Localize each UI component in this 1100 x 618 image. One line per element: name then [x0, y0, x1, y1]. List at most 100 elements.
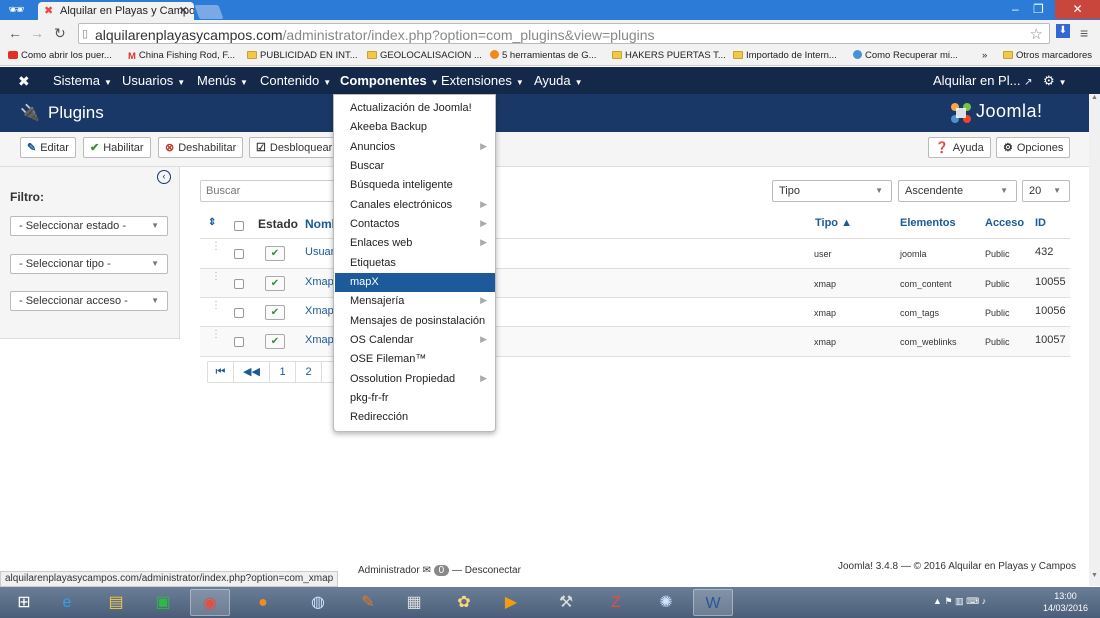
app-icon[interactable]: ✎ [348, 589, 388, 616]
col-access[interactable]: Acceso [985, 217, 1024, 229]
menu-usuarios[interactable]: Usuarios ▼ [122, 73, 185, 88]
options-button[interactable]: ⚙ Opciones [996, 137, 1071, 158]
new-tab-button[interactable] [194, 5, 224, 19]
settings-icon[interactable]: ✺ [646, 589, 686, 616]
keyboard-icon[interactable]: ⌨ [966, 596, 979, 606]
order-select[interactable]: Ascendente ▼ [898, 180, 1017, 202]
col-element[interactable]: Elementos [900, 217, 956, 229]
firefox-icon[interactable]: ● [243, 589, 283, 616]
select-access[interactable]: - Seleccionar acceso - ▼ [10, 291, 168, 311]
clock[interactable]: 13:00 14/03/2016 [1038, 590, 1093, 614]
page-link[interactable]: 2 [296, 362, 322, 382]
page-link[interactable]: 1 [270, 362, 296, 382]
network-icon[interactable]: ▥ [955, 596, 964, 606]
plugin-name-link[interactable]: Xmap [305, 305, 334, 317]
filezilla-icon[interactable]: Z [596, 589, 636, 616]
store-icon[interactable]: ▣ [143, 589, 183, 616]
bookmark-item[interactable]: Como abrir los puer... [8, 50, 112, 61]
drag-handle-icon[interactable]: ⋮ [211, 272, 221, 282]
restore-icon[interactable]: ❐ [1033, 2, 1044, 16]
paint-icon[interactable]: ✿ [444, 589, 484, 616]
back-icon[interactable]: ← [8, 25, 22, 41]
menu-item[interactable]: Búsqueda inteligente [335, 176, 495, 195]
user-settings-menu[interactable]: ⚙ ▼ [1043, 73, 1067, 89]
ordering-icon[interactable]: ⇕ [208, 217, 216, 228]
calculator-icon[interactable]: ▦ [394, 589, 434, 616]
enabled-toggle[interactable]: ✔ [265, 246, 285, 261]
reload-icon[interactable]: ↻ [54, 25, 66, 42]
drag-handle-icon[interactable]: ⋮ [211, 301, 221, 311]
menu-item[interactable]: Ossolution Propiedad ▶ [335, 370, 495, 389]
minimize-icon[interactable]: – [1012, 2, 1019, 16]
collapse-sidebar-icon[interactable]: ‹ [157, 170, 171, 184]
menu-menus[interactable]: Menús ▼ [197, 73, 248, 88]
bookmark-folder[interactable]: GEOLOCALISACION ... [367, 50, 482, 61]
row-checkbox[interactable] [234, 337, 244, 347]
tray-arrow-icon[interactable]: ▲ [933, 596, 942, 606]
bookmark-item[interactable]: 5 herramientas de G... [490, 50, 597, 61]
menu-extensiones[interactable]: Extensiones ▼ [441, 73, 524, 88]
menu-item[interactable]: Buscar [335, 157, 495, 176]
scroll-up-icon[interactable]: ▲ [1089, 94, 1100, 106]
tool-icon[interactable]: ⚒ [546, 589, 586, 616]
drag-handle-icon[interactable]: ⋮ [211, 242, 221, 252]
bookmarks-overflow-button[interactable]: » [982, 50, 987, 61]
page-scrollbar[interactable]: ▲ ▼ [1089, 94, 1100, 586]
messages-badge[interactable]: 0 [433, 565, 450, 576]
plugin-name-link[interactable]: Usuar [305, 246, 334, 258]
first-page-icon[interactable]: ⏮ [208, 362, 234, 382]
select-all-checkbox[interactable] [234, 221, 244, 231]
tab-close-icon[interactable]: ✕ [179, 4, 188, 17]
chrome-menu-icon[interactable]: ≡ [1080, 25, 1088, 41]
chrome-icon[interactable]: ◉ [190, 589, 230, 616]
site-link[interactable]: Alquilar en Pl... ↗ [933, 73, 1032, 88]
volume-icon[interactable]: ♪ [982, 596, 987, 606]
bookmark-folder[interactable]: Importado de Intern... [733, 50, 837, 61]
ie-icon[interactable]: e [47, 589, 87, 616]
extension-icon[interactable]: ⬇ [1056, 24, 1070, 38]
enabled-toggle[interactable]: ✔ [265, 276, 285, 291]
earth-icon[interactable]: ◍ [298, 589, 338, 616]
menu-item[interactable]: Mensajería ▶ [335, 292, 495, 311]
menu-ayuda[interactable]: Ayuda ▼ [534, 73, 583, 88]
enabled-toggle[interactable]: ✔ [265, 334, 285, 349]
menu-sistema[interactable]: Sistema ▼ [53, 73, 112, 88]
menu-item[interactable]: Contactos ▶ [335, 215, 495, 234]
bookmark-star-icon[interactable]: ☆ [1030, 25, 1043, 43]
col-state[interactable]: Estado [258, 217, 298, 231]
menu-item[interactable]: pkg-fr-fr [335, 389, 495, 408]
scroll-down-icon[interactable]: ▼ [1089, 572, 1100, 584]
bookmark-item[interactable]: M China Fishing Rod, F... [128, 50, 235, 62]
enable-button[interactable]: ✔ Habilitar [83, 137, 151, 158]
logout-link[interactable]: Desconectar [465, 565, 521, 576]
prev-page-icon[interactable]: ◀◀ [234, 362, 270, 382]
row-checkbox[interactable] [234, 308, 244, 318]
unlock-button[interactable]: ☑ Desbloquear [249, 137, 335, 158]
joomla-home-icon[interactable]: ✖ [18, 73, 30, 90]
select-state[interactable]: - Seleccionar estado - ▼ [10, 216, 168, 236]
bookmark-folder[interactable]: Otros marcadores [1003, 50, 1092, 61]
menu-contenido[interactable]: Contenido ▼ [260, 73, 331, 88]
menu-item[interactable]: Etiquetas [335, 254, 495, 273]
menu-item[interactable]: Mensajes de posinstalación [335, 312, 495, 331]
search-input[interactable]: Buscar [200, 180, 340, 202]
menu-item[interactable]: Actualización de Joomla! [335, 99, 495, 118]
bookmark-folder[interactable]: PUBLICIDAD EN INT... [247, 50, 358, 61]
menu-item[interactable]: Canales electrónicos ▶ [335, 196, 495, 215]
row-checkbox[interactable] [234, 249, 244, 259]
word-icon[interactable]: W [693, 589, 733, 616]
start-icon[interactable]: ⊞ [4, 589, 44, 616]
browser-tab[interactable]: ✖ Alquilar en Playas y Campo ✕ [38, 2, 194, 20]
enabled-toggle[interactable]: ✔ [265, 305, 285, 320]
menu-item[interactable]: Akeeba Backup [335, 118, 495, 137]
menu-componentes[interactable]: Componentes ▼ [340, 73, 439, 88]
drag-handle-icon[interactable]: ⋮ [211, 330, 221, 340]
menu-item[interactable]: Enlaces web ▶ [335, 234, 495, 253]
edit-button[interactable]: ✎ Editar [20, 137, 76, 158]
help-button[interactable]: ❓ Ayuda [928, 137, 991, 158]
bookmark-item[interactable]: Como Recuperar mi... [853, 50, 958, 61]
row-checkbox[interactable] [234, 279, 244, 289]
window-close-button[interactable]: ✕ [1055, 0, 1100, 19]
menu-item[interactable]: Redirección [335, 408, 495, 427]
system-tray[interactable]: ▲ ⚑ ▥ ⌨ ♪ [933, 596, 986, 607]
